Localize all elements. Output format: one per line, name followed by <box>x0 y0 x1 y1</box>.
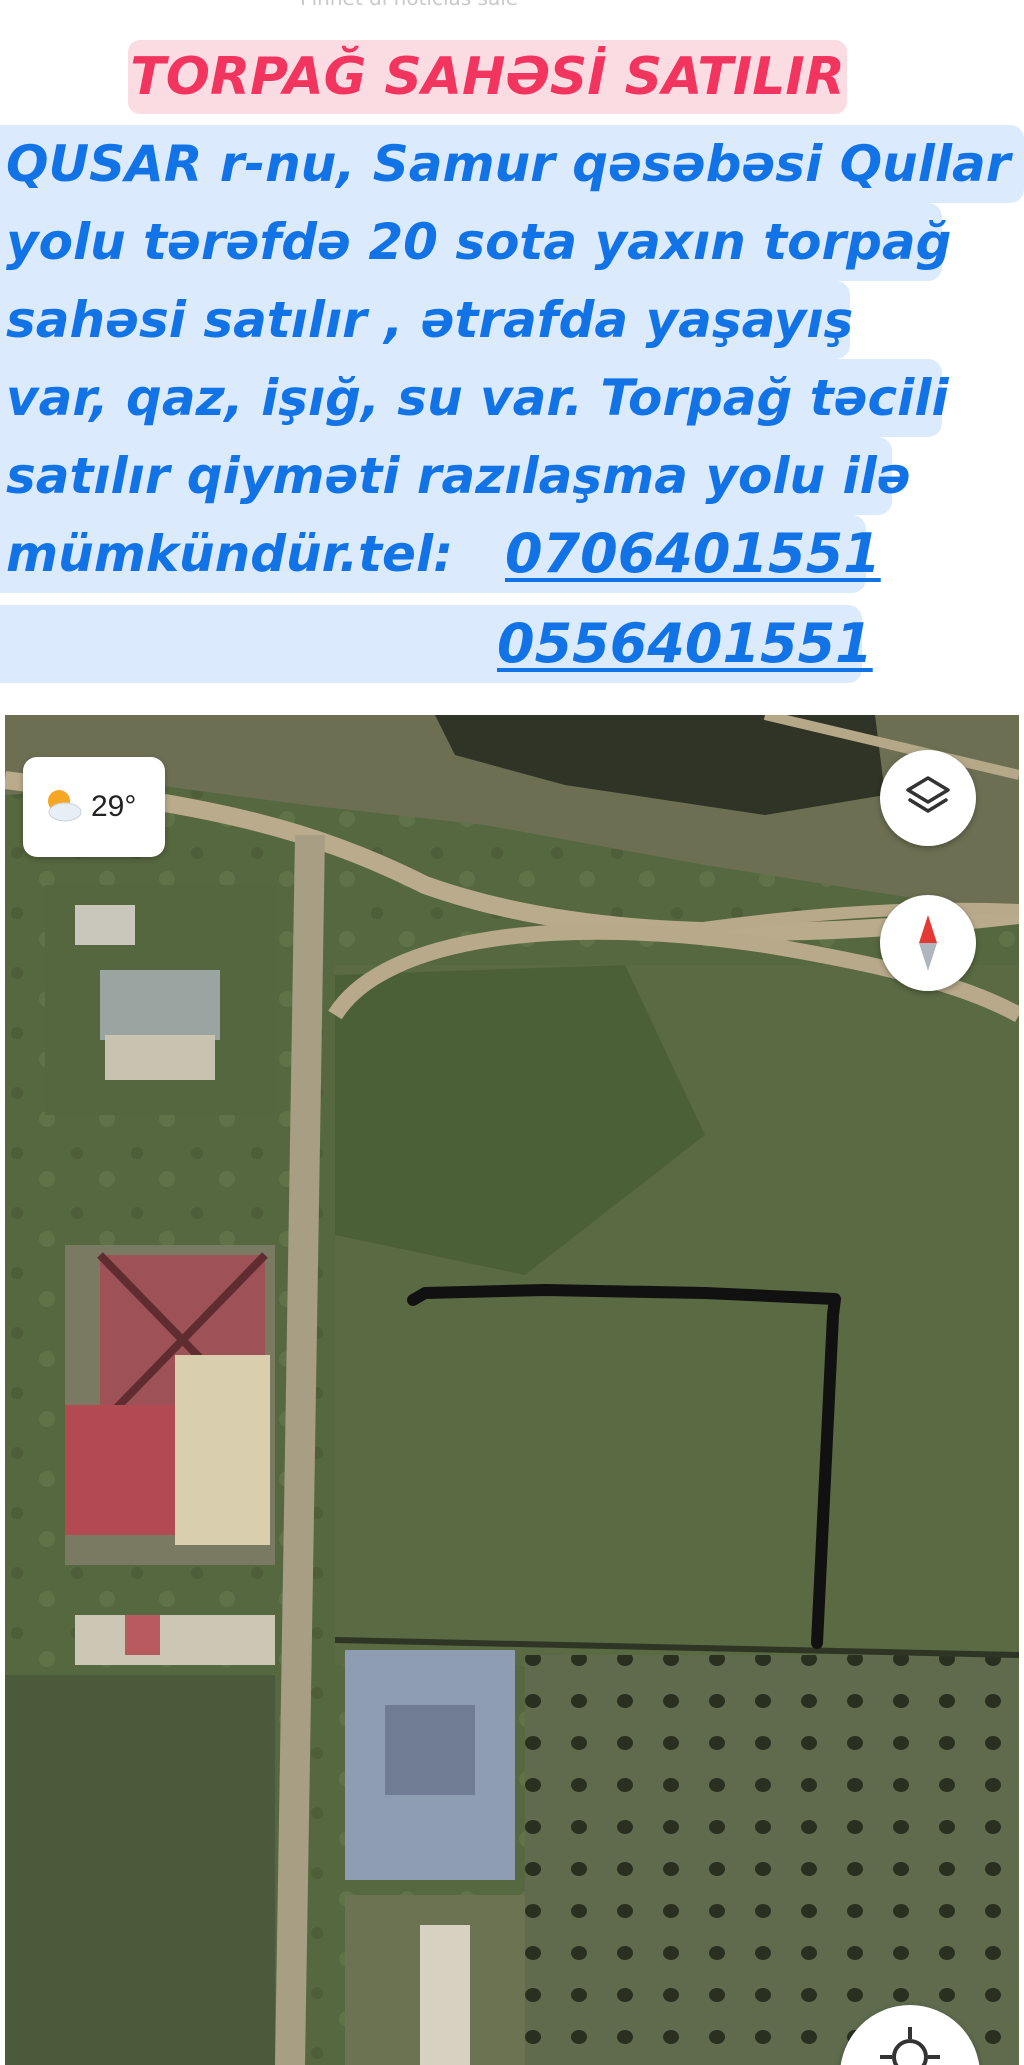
description-line-text: yolu tərəfdə 20 sota yaxın torpağ <box>6 213 952 271</box>
description-line: var, qaz, işığ, su var. Torpağ təcili <box>0 359 949 437</box>
description-line: QUSAR r-nu, Samur qəsəbəsi Qullar <box>0 125 1024 203</box>
screenshot-page: Pinnet di noticias sale TORPAĞ SAHƏSİ SA… <box>0 0 1024 2065</box>
my-location-button[interactable] <box>840 2005 980 2065</box>
description-line-text: mümkündür.tel: <box>6 525 454 583</box>
ad-title: TORPAĞ SAHƏSİ SATILIR <box>130 47 845 107</box>
compass-icon <box>919 915 937 971</box>
description-line-text: satılır qiyməti razılaşma yolu ilə <box>6 447 911 505</box>
cropped-header-text: Pinnet di noticias sale <box>300 0 730 8</box>
title-highlight: TORPAĞ SAHƏSİ SATILIR <box>128 40 847 114</box>
satellite-imagery <box>5 715 1019 2065</box>
description-line: sahəsi satılır , ətrafda yaşayış <box>0 281 854 359</box>
description-line-text: sahəsi satılır , ətrafda yaşayış <box>6 291 854 349</box>
weather-chip[interactable]: 29° <box>23 757 165 857</box>
partly-cloudy-icon <box>41 785 85 825</box>
description-line-text: var, qaz, işığ, su var. Torpağ təcili <box>6 369 949 427</box>
description-line: satılır qiyməti razılaşma yolu ilə <box>0 437 911 515</box>
satellite-map[interactable]: 29° <box>5 715 1019 2065</box>
my-location-icon <box>880 2027 940 2065</box>
description-line: yolu tərəfdə 20 sota yaxın torpağ <box>0 203 951 281</box>
layers-button[interactable] <box>880 750 976 846</box>
compass-button[interactable] <box>880 895 976 991</box>
temperature-label: 29° <box>91 790 137 823</box>
layers-icon <box>906 776 950 813</box>
phone-link-1[interactable]: 0706401551 <box>505 515 881 593</box>
phone-link-2[interactable]: 0556401551 <box>497 605 873 683</box>
description-line-text: QUSAR r-nu, Samur qəsəbəsi Qullar <box>6 135 1011 193</box>
